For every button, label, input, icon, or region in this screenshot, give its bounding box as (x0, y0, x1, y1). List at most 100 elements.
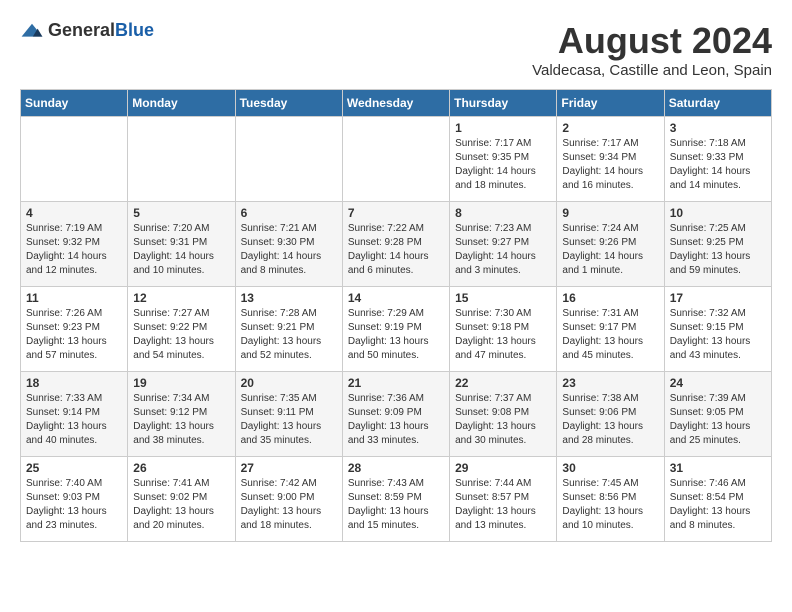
calendar-cell: 30 Sunrise: 7:45 AM Sunset: 8:56 PM Dayli… (557, 457, 664, 542)
day-content: Sunrise: 7:18 AM Sunset: 9:33 PM Dayligh… (670, 137, 766, 193)
day-content: Sunrise: 7:24 AM Sunset: 9:26 PM Dayligh… (562, 222, 658, 278)
calendar-cell: 8 Sunrise: 7:23 AM Sunset: 9:27 PM Daylig… (450, 202, 557, 287)
day-content: Sunrise: 7:33 AM Sunset: 9:14 PM Dayligh… (26, 392, 122, 448)
day-number: 24 (670, 376, 766, 390)
day-number: 18 (26, 376, 122, 390)
day-number: 25 (26, 461, 122, 475)
month-title: August 2024 (532, 20, 772, 62)
column-header-thursday: Thursday (450, 90, 557, 117)
calendar-cell: 22Sunrise: 7:37 AM Sunset: 9:08 PM Dayli… (450, 372, 557, 457)
calendar-week-row: 25Sunrise: 7:40 AM Sunset: 9:03 PM Dayli… (21, 457, 772, 542)
day-content: Sunrise: 7:41 AM Sunset: 9:02 PM Dayligh… (133, 477, 229, 533)
day-content: Sunrise: 7:30 AM Sunset: 9:18 PM Dayligh… (455, 307, 551, 363)
calendar-cell (342, 117, 449, 202)
day-number: 1 (455, 121, 551, 135)
day-content: Sunrise: 7:34 AM Sunset: 9:12 PM Dayligh… (133, 392, 229, 448)
day-content: Sunrise: 7:21 AM Sunset: 9:30 PM Dayligh… (241, 222, 337, 278)
calendar-cell: 16 Sunrise: 7:31 AM Sunset: 9:17 PM Dayli… (557, 287, 664, 372)
day-content: Sunrise: 7:22 AM Sunset: 9:28 PM Dayligh… (348, 222, 444, 278)
day-number: 31 (670, 461, 766, 475)
calendar-cell (21, 117, 128, 202)
day-content: Sunrise: 7:36 AM Sunset: 9:09 PM Dayligh… (348, 392, 444, 448)
day-number: 23 (562, 376, 658, 390)
day-content: Sunrise: 7:17 AM Sunset: 9:34 PM Dayligh… (562, 137, 658, 193)
day-content: Sunrise: 7:27 AM Sunset: 9:22 PM Dayligh… (133, 307, 229, 363)
calendar-cell: 11 Sunrise: 7:26 AM Sunset: 9:23 PM Dayli… (21, 287, 128, 372)
day-content: Sunrise: 7:23 AM Sunset: 9:27 PM Dayligh… (455, 222, 551, 278)
day-number: 12 (133, 291, 229, 305)
logo-icon (20, 22, 44, 40)
day-number: 3 (670, 121, 766, 135)
calendar-cell: 14Sunrise: 7:29 AM Sunset: 9:19 PM Dayli… (342, 287, 449, 372)
title-block: August 2024 Valdecasa, Castille and Leon… (532, 20, 772, 79)
day-number: 20 (241, 376, 337, 390)
column-header-monday: Monday (128, 90, 235, 117)
day-content: Sunrise: 7:20 AM Sunset: 9:31 PM Dayligh… (133, 222, 229, 278)
day-number: 21 (348, 376, 444, 390)
day-content: Sunrise: 7:42 AM Sunset: 9:00 PM Dayligh… (241, 477, 337, 533)
column-header-friday: Friday (557, 90, 664, 117)
calendar-header-row: SundayMondayTuesdayWednesdayThursdayFrid… (21, 90, 772, 117)
day-content: Sunrise: 7:17 AM Sunset: 9:35 PM Dayligh… (455, 137, 551, 193)
day-content: Sunrise: 7:31 AM Sunset: 9:17 PM Dayligh… (562, 307, 658, 363)
calendar-cell: 25Sunrise: 7:40 AM Sunset: 9:03 PM Dayli… (21, 457, 128, 542)
day-number: 5 (133, 206, 229, 220)
calendar-cell: 18 Sunrise: 7:33 AM Sunset: 9:14 PM Dayli… (21, 372, 128, 457)
calendar-cell: 15 Sunrise: 7:30 AM Sunset: 9:18 PM Dayli… (450, 287, 557, 372)
day-number: 9 (562, 206, 658, 220)
day-content: Sunrise: 7:32 AM Sunset: 9:15 PM Dayligh… (670, 307, 766, 363)
day-number: 8 (455, 206, 551, 220)
day-number: 4 (26, 206, 122, 220)
day-number: 11 (26, 291, 122, 305)
day-number: 19 (133, 376, 229, 390)
day-content: Sunrise: 7:26 AM Sunset: 9:23 PM Dayligh… (26, 307, 122, 363)
calendar-cell: 10Sunrise: 7:25 AM Sunset: 9:25 PM Dayli… (664, 202, 771, 287)
day-number: 30 (562, 461, 658, 475)
calendar-cell: 5 Sunrise: 7:20 AM Sunset: 9:31 PM Daylig… (128, 202, 235, 287)
day-number: 28 (348, 461, 444, 475)
calendar-cell: 1 Sunrise: 7:17 AM Sunset: 9:35 PM Daylig… (450, 117, 557, 202)
column-header-wednesday: Wednesday (342, 90, 449, 117)
calendar-week-row: 11 Sunrise: 7:26 AM Sunset: 9:23 PM Dayli… (21, 287, 772, 372)
day-content: Sunrise: 7:39 AM Sunset: 9:05 PM Dayligh… (670, 392, 766, 448)
calendar-cell: 17 Sunrise: 7:32 AM Sunset: 9:15 PM Dayli… (664, 287, 771, 372)
calendar-cell: 20Sunrise: 7:35 AM Sunset: 9:11 PM Dayli… (235, 372, 342, 457)
calendar-cell: 27Sunrise: 7:42 AM Sunset: 9:00 PM Dayli… (235, 457, 342, 542)
column-header-saturday: Saturday (664, 90, 771, 117)
location-subtitle: Valdecasa, Castille and Leon, Spain (532, 62, 772, 79)
day-number: 16 (562, 291, 658, 305)
column-header-sunday: Sunday (21, 90, 128, 117)
day-number: 15 (455, 291, 551, 305)
calendar-cell: 4 Sunrise: 7:19 AM Sunset: 9:32 PM Daylig… (21, 202, 128, 287)
calendar-cell: 29Sunrise: 7:44 AM Sunset: 8:57 PM Dayli… (450, 457, 557, 542)
day-content: Sunrise: 7:37 AM Sunset: 9:08 PM Dayligh… (455, 392, 551, 448)
day-content: Sunrise: 7:38 AM Sunset: 9:06 PM Dayligh… (562, 392, 658, 448)
calendar-cell: 28 Sunrise: 7:43 AM Sunset: 8:59 PM Dayli… (342, 457, 449, 542)
day-content: Sunrise: 7:46 AM Sunset: 8:54 PM Dayligh… (670, 477, 766, 533)
calendar-table: SundayMondayTuesdayWednesdayThursdayFrid… (20, 89, 772, 542)
day-content: Sunrise: 7:19 AM Sunset: 9:32 PM Dayligh… (26, 222, 122, 278)
logo-blue-text: Blue (115, 20, 154, 40)
day-content: Sunrise: 7:28 AM Sunset: 9:21 PM Dayligh… (241, 307, 337, 363)
day-content: Sunrise: 7:44 AM Sunset: 8:57 PM Dayligh… (455, 477, 551, 533)
page-header: GeneralBlue August 2024 Valdecasa, Casti… (20, 20, 772, 79)
day-number: 14 (348, 291, 444, 305)
logo: GeneralBlue (20, 20, 154, 41)
day-number: 13 (241, 291, 337, 305)
logo-general-text: General (48, 20, 115, 40)
calendar-cell (128, 117, 235, 202)
calendar-week-row: 4 Sunrise: 7:19 AM Sunset: 9:32 PM Daylig… (21, 202, 772, 287)
column-header-tuesday: Tuesday (235, 90, 342, 117)
day-number: 26 (133, 461, 229, 475)
calendar-cell: 31 Sunrise: 7:46 AM Sunset: 8:54 PM Dayli… (664, 457, 771, 542)
day-number: 17 (670, 291, 766, 305)
day-content: Sunrise: 7:45 AM Sunset: 8:56 PM Dayligh… (562, 477, 658, 533)
calendar-cell: 12 Sunrise: 7:27 AM Sunset: 9:22 PM Dayli… (128, 287, 235, 372)
calendar-cell (235, 117, 342, 202)
calendar-cell: 24 Sunrise: 7:39 AM Sunset: 9:05 PM Dayli… (664, 372, 771, 457)
day-number: 2 (562, 121, 658, 135)
calendar-cell: 6Sunrise: 7:21 AM Sunset: 9:30 PM Daylig… (235, 202, 342, 287)
day-number: 7 (348, 206, 444, 220)
calendar-week-row: 1 Sunrise: 7:17 AM Sunset: 9:35 PM Daylig… (21, 117, 772, 202)
day-content: Sunrise: 7:43 AM Sunset: 8:59 PM Dayligh… (348, 477, 444, 533)
